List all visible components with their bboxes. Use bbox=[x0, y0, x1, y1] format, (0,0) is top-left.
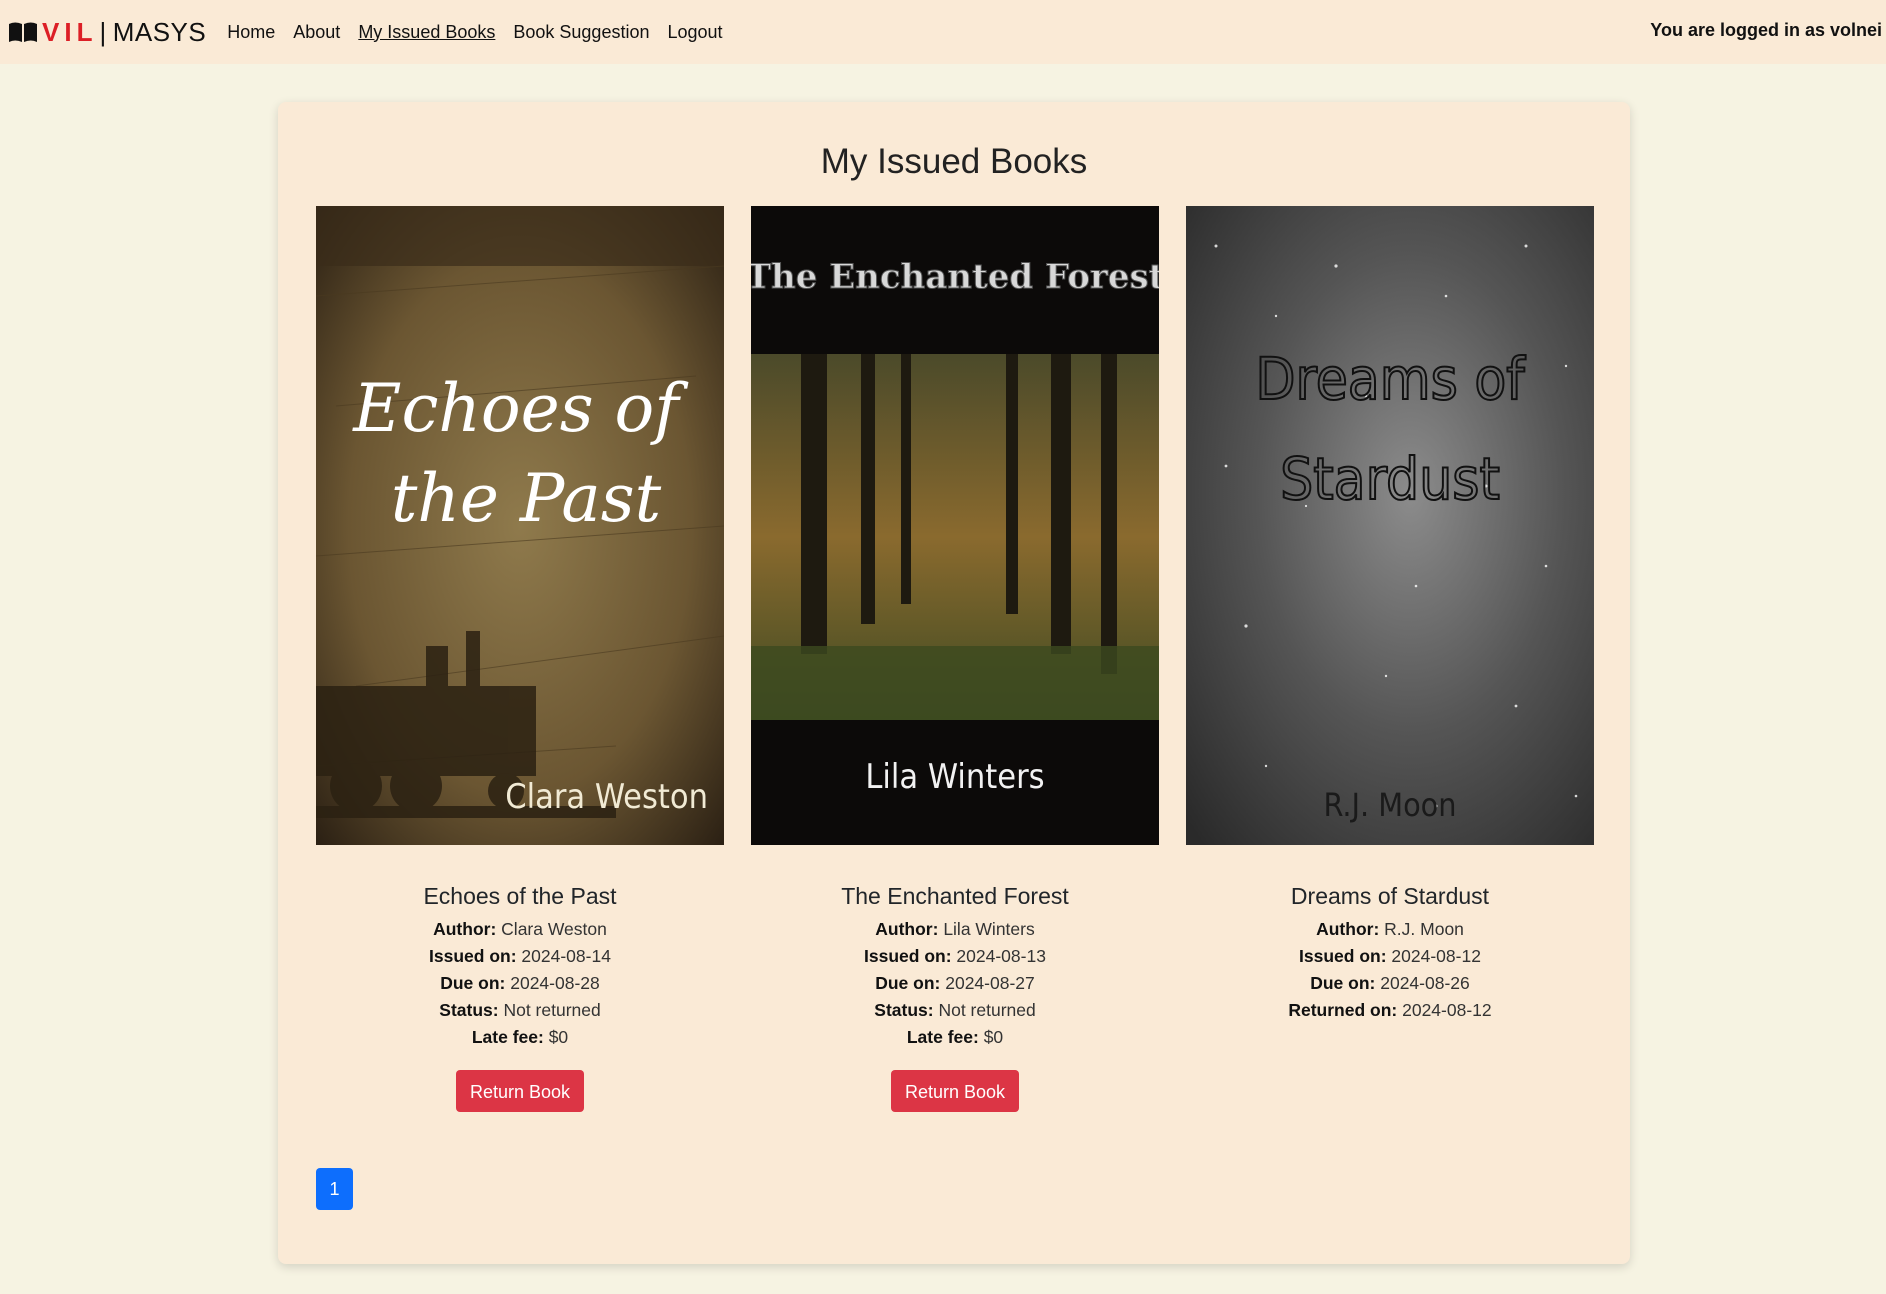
cover-2-title: The Enchanted Forest bbox=[751, 257, 1159, 297]
book-cover-image-1[interactable]: Echoes of the Past Clara Weston bbox=[316, 206, 724, 845]
open-book-icon bbox=[9, 22, 37, 42]
status-label: Status: bbox=[439, 1000, 499, 1020]
late-fee-row: Late fee: $0 bbox=[751, 1024, 1159, 1051]
navbar: VIL | MASYS Home About My Issued Books B… bbox=[0, 0, 1886, 64]
due-row: Due on: 2024-08-26 bbox=[1186, 970, 1594, 997]
page-title: My Issued Books bbox=[820, 142, 1088, 181]
brand-part2: MASYS bbox=[112, 16, 207, 47]
returned-row: Returned on: 2024-08-12 bbox=[1186, 997, 1594, 1024]
cover-3-author: R.J. Moon bbox=[1323, 786, 1456, 824]
issued-value: 2024-08-14 bbox=[521, 946, 611, 966]
book-meta: Author: R.J. Moon Issued on: 2024-08-12 … bbox=[1186, 916, 1594, 1024]
cover-1-title-line2: the Past bbox=[391, 460, 662, 537]
author-row: Author: R.J. Moon bbox=[1186, 916, 1594, 943]
due-row: Due on: 2024-08-27 bbox=[751, 970, 1159, 997]
author-label: Author: bbox=[1316, 919, 1380, 939]
late-fee-value: $0 bbox=[983, 1027, 1004, 1047]
issued-row: Issued on: 2024-08-14 bbox=[316, 943, 724, 970]
due-value: 2024-08-28 bbox=[510, 973, 600, 993]
due-label: Due on: bbox=[1310, 973, 1376, 993]
book-cover-image-3[interactable]: Dreams of Stardust R.J. Moon bbox=[1186, 206, 1594, 845]
cover-3-title-line1: Dreams of bbox=[1255, 345, 1526, 413]
status-row: Status: Not returned bbox=[751, 997, 1159, 1024]
cover-2-author: Lila Winters bbox=[865, 757, 1044, 797]
brand-logo[interactable]: VIL | MASYS bbox=[8, 17, 206, 48]
nav-link-my-issued-books[interactable]: My Issued Books bbox=[358, 22, 495, 43]
issued-row: Issued on: 2024-08-13 bbox=[751, 943, 1159, 970]
logged-in-user-text: You are logged in as volnei bbox=[1650, 20, 1882, 40]
author-value: Lila Winters bbox=[943, 919, 1035, 939]
nav-link-book-suggestion[interactable]: Book Suggestion bbox=[513, 22, 649, 43]
author-row: Author: Clara Weston bbox=[316, 916, 724, 943]
returned-label: Returned on: bbox=[1288, 1000, 1398, 1020]
cover-1-author: Clara Weston bbox=[505, 777, 708, 817]
nav-link-logout[interactable]: Logout bbox=[667, 22, 722, 43]
cover-1-title-line1: Echoes of bbox=[352, 370, 689, 447]
issued-label: Issued on: bbox=[1299, 946, 1387, 966]
issued-books-card: My Issued Books Echoes of the Past Clara… bbox=[278, 102, 1630, 1264]
status-row: Status: Not returned bbox=[316, 997, 724, 1024]
due-label: Due on: bbox=[875, 973, 941, 993]
nav-links: Home About My Issued Books Book Suggesti… bbox=[218, 22, 731, 43]
late-fee-value: $0 bbox=[548, 1027, 569, 1047]
status-value: Not returned bbox=[503, 1000, 601, 1020]
book-meta: Author: Clara Weston Issued on: 2024-08-… bbox=[316, 916, 724, 1051]
late-fee-label: Late fee: bbox=[906, 1027, 979, 1047]
book-cover-image-2[interactable]: The Enchanted Forest Lila Winters bbox=[751, 206, 1159, 845]
status-label: Status: bbox=[874, 1000, 934, 1020]
issued-row: Issued on: 2024-08-12 bbox=[1186, 943, 1594, 970]
book-card-2: The Enchanted Forest Lila Winters The En… bbox=[751, 206, 1159, 1112]
book-card-3: Dreams of Stardust R.J. Moon Dreams of S… bbox=[1186, 206, 1594, 1024]
due-label: Due on: bbox=[440, 973, 506, 993]
brand-part1: VIL bbox=[42, 16, 98, 47]
book-title: Echoes of the Past bbox=[423, 883, 617, 909]
author-value: Clara Weston bbox=[501, 919, 607, 939]
due-value: 2024-08-26 bbox=[1380, 973, 1470, 993]
book-title: The Enchanted Forest bbox=[841, 883, 1069, 909]
book-title: Dreams of Stardust bbox=[1290, 883, 1490, 909]
returned-value: 2024-08-12 bbox=[1402, 1000, 1492, 1020]
return-book-button[interactable]: Return Book bbox=[456, 1070, 584, 1112]
status-value: Not returned bbox=[938, 1000, 1036, 1020]
book-meta: Author: Lila Winters Issued on: 2024-08-… bbox=[751, 916, 1159, 1051]
author-value: R.J. Moon bbox=[1384, 919, 1464, 939]
return-book-button[interactable]: Return Book bbox=[891, 1070, 1019, 1112]
cover-3-title-line2: Stardust bbox=[1280, 445, 1500, 513]
author-row: Author: Lila Winters bbox=[751, 916, 1159, 943]
nav-link-home[interactable]: Home bbox=[227, 22, 275, 43]
author-label: Author: bbox=[875, 919, 939, 939]
issued-value: 2024-08-12 bbox=[1391, 946, 1481, 966]
book-card-1: Echoes of the Past Clara Weston Echoes o… bbox=[316, 206, 724, 1112]
issued-label: Issued on: bbox=[864, 946, 952, 966]
issued-label: Issued on: bbox=[429, 946, 517, 966]
late-fee-label: Late fee: bbox=[471, 1027, 544, 1047]
brand-separator: | bbox=[99, 16, 107, 47]
due-value: 2024-08-27 bbox=[945, 973, 1035, 993]
due-row: Due on: 2024-08-28 bbox=[316, 970, 724, 997]
author-label: Author: bbox=[433, 919, 497, 939]
issued-value: 2024-08-13 bbox=[956, 946, 1046, 966]
pagination-page-1[interactable]: 1 bbox=[316, 1168, 353, 1210]
nav-link-about[interactable]: About bbox=[293, 22, 340, 43]
late-fee-row: Late fee: $0 bbox=[316, 1024, 724, 1051]
